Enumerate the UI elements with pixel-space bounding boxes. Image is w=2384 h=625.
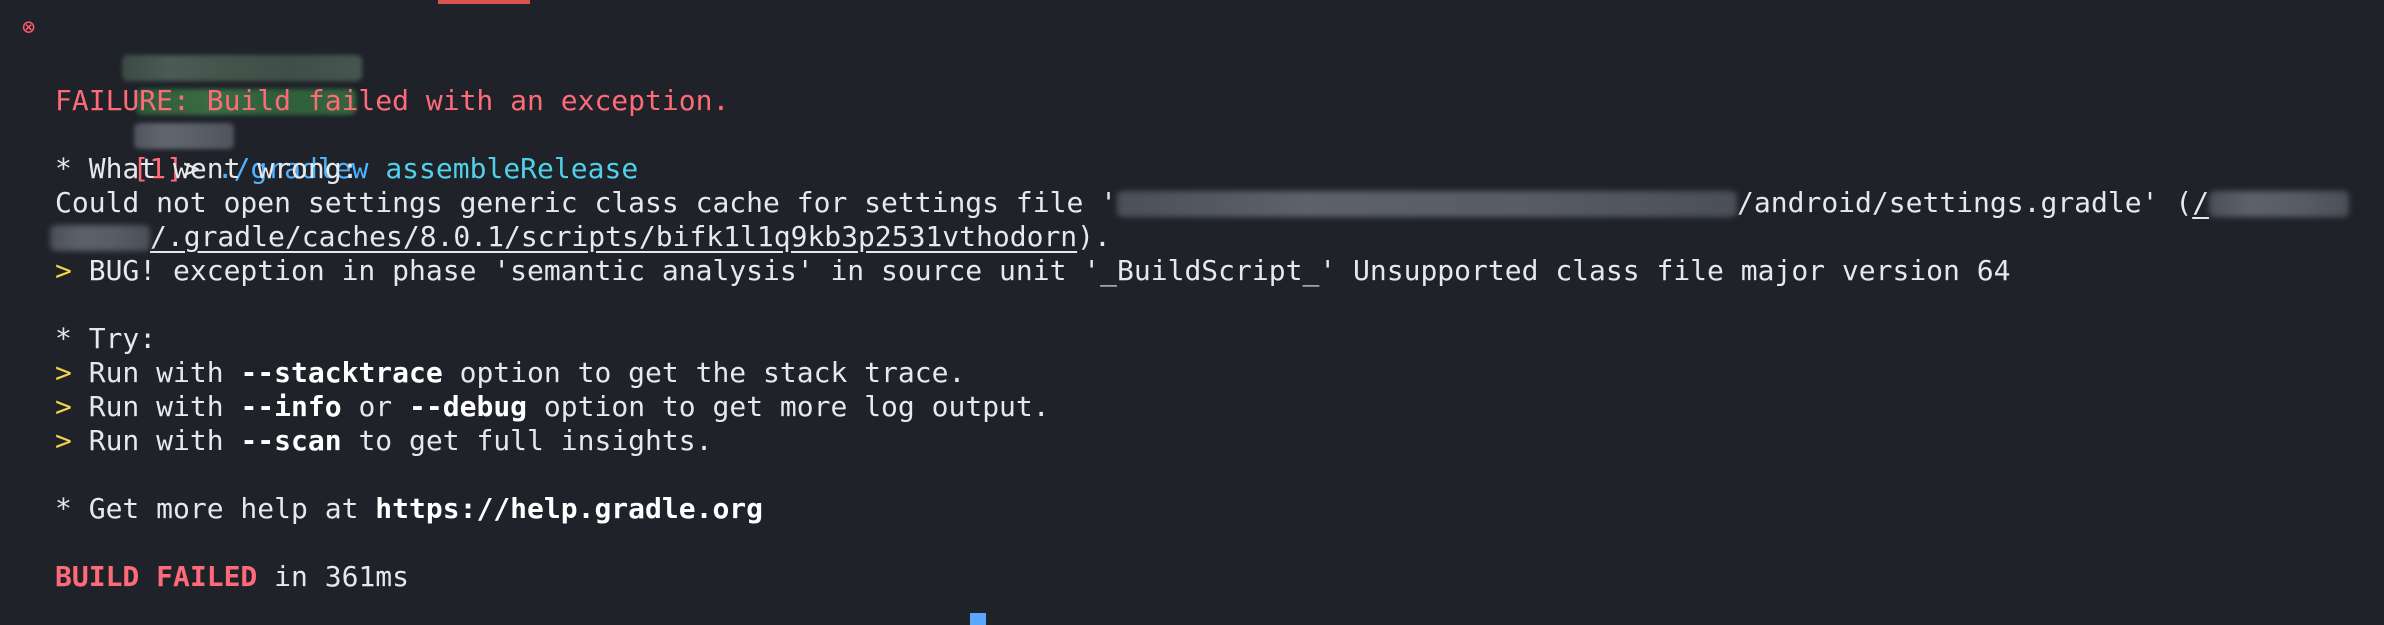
try-item: > Run with --info or --debug option to g… [55, 390, 1050, 424]
try-text: option to get the stack trace. [442, 356, 966, 389]
try-arrow: > [55, 424, 72, 457]
try-flag: --scan [240, 424, 342, 457]
redacted-user-host [122, 55, 363, 81]
bug-text: BUG! exception in phase 'semantic analys… [71, 254, 2011, 287]
try-arrow: > [55, 390, 72, 423]
failure-message: FAILURE: Build failed with an exception. [55, 84, 730, 117]
help-line: * Get more help at https://help.gradle.o… [55, 492, 763, 526]
error-detail-line-2: /.gradle/caches/8.0.1/scripts/bifk1l1q9k… [50, 220, 1111, 254]
redacted-home-path-cont [50, 225, 150, 251]
try-item: > Run with --stacktrace option to get th… [55, 356, 965, 390]
try-text: option to get more log output. [527, 390, 1050, 423]
try-header: * Try: [55, 322, 157, 355]
settings-path-suffix: /android/settings.gradle' ( [1737, 186, 2193, 219]
terminal-window[interactable]: ⊗ [1]> ./gradlew assembleRelease FAILURE… [0, 0, 2384, 625]
path-end: ). [1077, 220, 1111, 253]
build-status-line: BUILD FAILED in 361ms [55, 560, 409, 594]
redacted-branch [134, 123, 235, 149]
bug-arrow: > [55, 254, 72, 287]
try-text: Run with [71, 390, 241, 423]
bug-line: > BUG! exception in phase 'semantic anal… [55, 254, 2010, 288]
tab-indicator [438, 0, 530, 4]
help-prefix: * Get more help at [55, 492, 376, 525]
terminal-cursor [970, 592, 986, 625]
build-time: in 361ms [257, 560, 410, 593]
prompt-line: [1]> ./gradlew assembleRelease [55, 16, 638, 185]
help-url-link[interactable]: https://help.gradle.org [375, 492, 763, 525]
cache-path-link-start[interactable]: / [2192, 186, 2209, 219]
try-text: or [341, 390, 410, 423]
try-text: to get full insights. [341, 424, 713, 457]
what-went-wrong-header: * What went wrong: [55, 152, 359, 185]
try-arrow: > [55, 356, 72, 389]
redacted-settings-path [1117, 191, 1738, 217]
error-status-icon: ⊗ [22, 15, 36, 40]
redacted-home-path [2209, 191, 2350, 217]
try-text: Run with [71, 356, 241, 389]
try-flag: --stacktrace [240, 356, 443, 389]
error-detail-line-1: Could not open settings generic class ca… [55, 186, 2350, 220]
try-flag: --info [240, 390, 342, 423]
cache-path-link[interactable]: /.gradle/caches/8.0.1/scripts/bifk1l1q9k… [150, 220, 1077, 253]
error-prefix: Could not open settings generic class ca… [55, 186, 1118, 219]
try-flag: --debug [409, 390, 528, 423]
try-item: > Run with --scan to get full insights. [55, 424, 712, 458]
build-failed-label: BUILD FAILED [55, 560, 258, 593]
command-args: assembleRelease [385, 152, 639, 185]
try-text: Run with [71, 424, 241, 457]
